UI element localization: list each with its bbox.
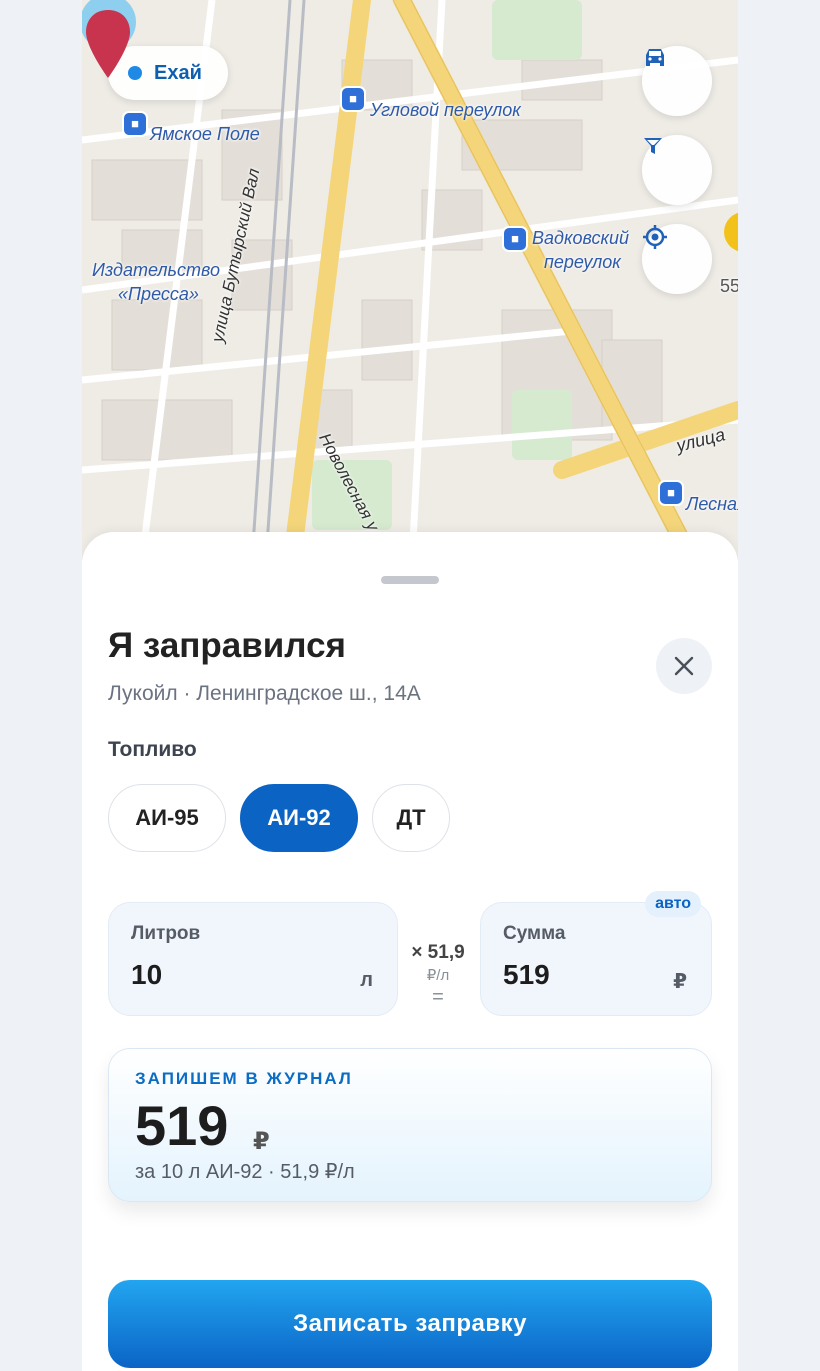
map-label-izdatelstvo-1: Издательство — [92, 260, 221, 280]
equals-sign: = — [432, 986, 444, 1008]
save-refuel-button[interactable]: Записать заправку — [108, 1280, 712, 1368]
vehicle-button[interactable] — [642, 46, 712, 116]
filter-button[interactable] — [642, 135, 712, 205]
station-address: Лукойл · Ленинградское ш., 14А — [108, 682, 421, 705]
fuel-options: АИ-95 АИ-92 ДТ — [108, 784, 450, 852]
journal-details: за 10 л АИ-92 · 51,9 ₽/л — [135, 1161, 355, 1183]
fuel-option-ai92[interactable]: АИ-92 — [240, 784, 358, 852]
location-pin-icon[interactable] — [82, 0, 142, 90]
liters-value[interactable]: 10 — [131, 959, 162, 991]
bus-stop-icon[interactable]: ■ — [504, 228, 526, 250]
journal-amount: 519 — [135, 1094, 229, 1157]
phone-screen: ■ Ямское Поле ■ Угловой переулок ■ Вадко… — [82, 0, 738, 1371]
map-label-yamskoe: Ямское Поле — [150, 124, 260, 144]
map-label-vadkovsky-1: Вадковский — [532, 228, 629, 248]
map-label-num: 55 — [720, 276, 738, 296]
sheet-drag-handle[interactable] — [381, 576, 439, 584]
sum-field[interactable]: авто Сумма 519 ₽ — [480, 891, 712, 1016]
fuel-option-ai95[interactable]: АИ-95 — [108, 784, 226, 852]
car-icon — [646, 49, 664, 66]
journal-summary-card: ЗАПИШЕМ В ЖУРНАЛ 519 ₽ за 10 л АИ-92 · 5… — [108, 1048, 712, 1202]
sum-value[interactable]: 519 — [503, 959, 550, 991]
refuel-sheet: Я заправился Лукойл · Ленинградское ш., … — [82, 532, 738, 1371]
filter-icon — [644, 138, 662, 154]
auto-badge: авто — [645, 891, 701, 917]
price-per-liter: × 51,9 ₽/л = — [398, 942, 478, 1009]
journal-caption: ЗАПИШЕМ В ЖУРНАЛ — [135, 1069, 353, 1088]
fuel-section-label: Топливо — [108, 738, 197, 761]
sum-unit: ₽ — [673, 971, 687, 993]
brand-label: Ехай — [154, 61, 202, 84]
map-label-vadkovsky-2: переулок — [544, 252, 621, 272]
close-icon — [674, 656, 694, 676]
sum-label: Сумма — [503, 923, 566, 944]
fuel-option-dt[interactable]: ДТ — [372, 784, 450, 852]
price-multiplier: × 51,9 — [411, 942, 465, 963]
sheet-title: Я заправился — [108, 626, 346, 665]
close-button[interactable] — [656, 638, 712, 694]
map-view[interactable]: ■ Ямское Поле ■ Угловой переулок ■ Вадко… — [82, 0, 738, 560]
liters-unit: л — [360, 969, 373, 991]
journal-currency: ₽ — [253, 1128, 270, 1155]
liters-field[interactable]: Литров 10 л — [108, 902, 398, 1016]
map-label-lesnaya: Лесная — [686, 494, 738, 514]
bus-stop-icon[interactable]: ■ — [124, 113, 146, 135]
map-label-uglovoy: Угловой переулок — [370, 100, 521, 120]
bus-stop-icon[interactable]: ■ — [660, 482, 682, 504]
price-unit: ₽/л — [426, 967, 450, 984]
liters-label: Литров — [131, 923, 201, 944]
bus-stop-icon[interactable]: ■ — [342, 88, 364, 110]
locate-icon — [643, 225, 667, 249]
map-label-izdatelstvo-2: «Пресса» — [118, 284, 199, 304]
locate-button[interactable] — [642, 224, 712, 294]
